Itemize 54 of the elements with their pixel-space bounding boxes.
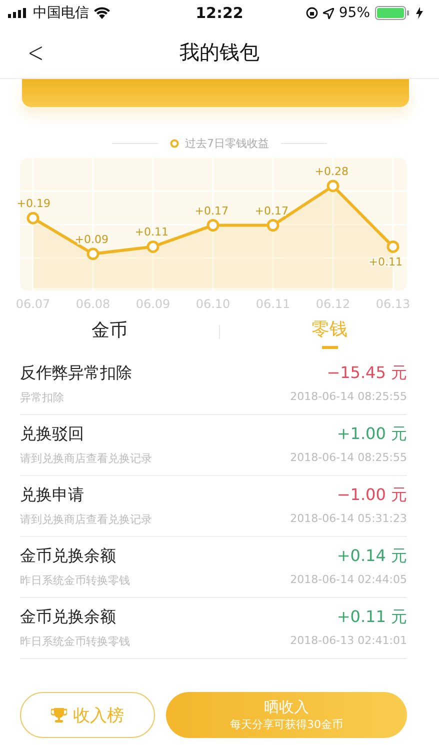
value-label: 0.17 xyxy=(264,204,288,218)
tab[interactable]: 金币 xyxy=(0,314,219,350)
plus-sign: + xyxy=(74,232,84,246)
record-note: 昨日系统金币转换零钱 xyxy=(20,634,130,649)
record-title: 反作弊异常扣除 xyxy=(20,363,132,384)
wifi-icon xyxy=(94,7,110,19)
value-label: 0.11 xyxy=(144,226,168,239)
carrier-name: 中国电信 xyxy=(33,4,89,22)
battery-percent: 95% xyxy=(338,5,370,21)
value-label: 0.28 xyxy=(324,165,348,178)
signal-icon xyxy=(8,8,28,18)
page-title: 我的钱包 xyxy=(180,38,260,66)
record-amount: −15.45 元 xyxy=(326,363,407,384)
record-note: 异常扣除 xyxy=(20,390,64,405)
record-amount: +1.00 元 xyxy=(336,424,407,445)
plus-sign: + xyxy=(368,256,378,269)
record-time: 2018-06-14 05:31:23 xyxy=(290,512,407,527)
plus-sign: + xyxy=(134,226,144,239)
record-time: 2018-06-14 02:44:05 xyxy=(290,573,407,588)
share-button[interactable]: 晒收入 每天分享可获得30金币 xyxy=(166,692,407,738)
back-button[interactable]: < xyxy=(20,36,51,68)
ranking-button[interactable]: 收入榜 xyxy=(20,692,155,738)
trophy-icon xyxy=(51,707,67,723)
share-reward-note: 每天分享可获得30金币 xyxy=(230,717,343,732)
plus-sign: + xyxy=(254,204,264,218)
rotation-lock-icon xyxy=(306,7,318,19)
record-note: 请到兑换商店查看兑换记录 xyxy=(20,512,152,527)
value-label: 0.17 xyxy=(204,204,228,218)
record-title: 兑换驳回 xyxy=(20,424,84,445)
chart-title: 过去7日零钱收益 xyxy=(185,136,269,150)
clock-time: 12:22 xyxy=(196,4,244,22)
value-label: 0.19 xyxy=(26,197,50,210)
value-label: 0.11 xyxy=(378,256,402,269)
record-time: 2018-06-14 08:25:55 xyxy=(290,451,407,466)
record-amount: +0.14 元 xyxy=(336,546,407,567)
battery-icon xyxy=(375,6,411,20)
record-amount: +0.11 元 xyxy=(336,607,407,628)
record-note: 请到兑换商店查看兑换记录 xyxy=(20,451,152,466)
location-arrow-icon xyxy=(322,8,334,18)
ring-icon xyxy=(170,138,179,148)
record-title: 金币兑换余额 xyxy=(20,546,116,567)
record-time: 2018-06-14 08:25:55 xyxy=(290,390,407,405)
value-label: 0.09 xyxy=(84,232,108,246)
plus-sign: + xyxy=(16,197,26,210)
record-time: 2018-06-13 02:41:01 xyxy=(290,634,407,649)
record-title: 兑换申请 xyxy=(20,485,84,506)
record-amount: −1.00 元 xyxy=(336,485,407,506)
ranking-label: 收入榜 xyxy=(73,704,124,726)
share-label: 晒收入 xyxy=(264,698,309,717)
record-note: 昨日系统金币转换零钱 xyxy=(20,573,130,588)
plus-sign: + xyxy=(194,204,204,218)
record-title: 金币兑换余额 xyxy=(20,607,116,628)
charging-bolt-icon xyxy=(416,7,423,19)
plus-sign: + xyxy=(314,165,324,178)
